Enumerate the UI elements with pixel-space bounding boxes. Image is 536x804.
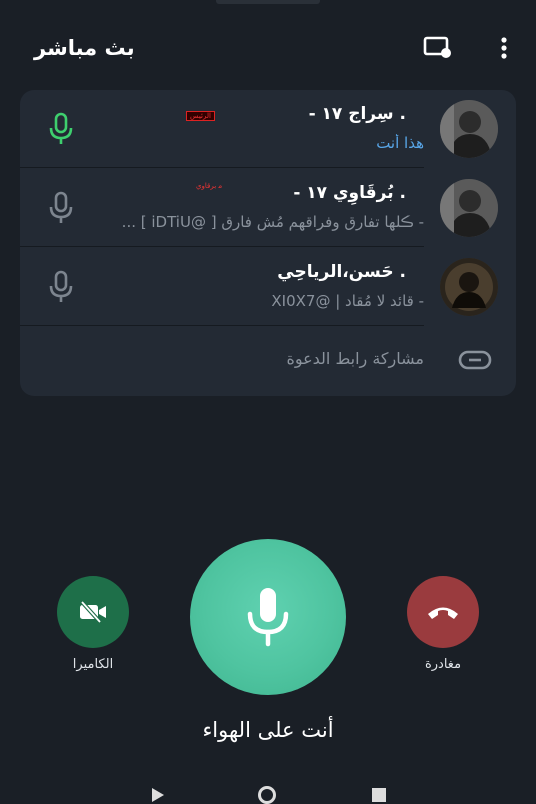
participant-status: هذا أنت <box>376 134 424 152</box>
participant-name: حَسن،الرياحِي . <box>277 262 406 282</box>
participant-mic-button[interactable] <box>46 191 76 225</box>
video-off-icon <box>80 600 106 624</box>
avatar <box>440 100 498 158</box>
mic-icon <box>49 191 73 223</box>
screen-share-icon <box>423 36 451 58</box>
nav-home-icon[interactable] <box>258 786 276 804</box>
leave-label: مغادرة <box>424 657 462 672</box>
role-badge: ﻣ ﺑﺮﻗﺎﻭﻱ <box>196 182 223 190</box>
screen-share-button[interactable] <box>420 30 456 66</box>
role-badge: الرئيس <box>186 111 215 121</box>
system-nav-bar <box>0 780 536 804</box>
divider <box>20 246 424 247</box>
divider <box>20 167 424 168</box>
participant-row[interactable]: - سِراج ١٧ . الرئيس هذا أنت <box>20 90 516 168</box>
top-bar: بث مباشر <box>0 0 536 96</box>
camera-button[interactable] <box>57 576 129 648</box>
participant-name: - سِراج ١٧ . <box>308 104 406 124</box>
hang-up-icon <box>428 607 458 619</box>
participant-status: - ڪلها تفارق وفراقهم مُش فارق [ @iDTiU ]… <box>121 213 424 231</box>
participant-mic-button[interactable] <box>46 270 76 304</box>
participant-row[interactable]: حَسن،الرياحِي . - قائد لا مُقاد | @XI0X7 <box>20 248 516 326</box>
more-vert-icon <box>501 37 507 59</box>
share-invite-link-label: مشاركة رابط الدعوة <box>286 349 424 368</box>
mic-icon <box>247 588 289 647</box>
participant-mic-button[interactable] <box>46 112 76 146</box>
more-menu-button[interactable] <box>486 30 522 66</box>
main-mic-button[interactable] <box>190 539 346 695</box>
camera-label: الكاميرا <box>72 657 114 672</box>
participants-panel: - سِراج ١٧ . الرئيس هذا أنت - بُرقَاوِي … <box>20 90 516 396</box>
link-icon <box>458 350 492 370</box>
page-title: بث مباشر <box>34 36 135 60</box>
participant-name: - بُرقَاوِي ١٧ . <box>293 183 406 203</box>
share-invite-link-button[interactable]: مشاركة رابط الدعوة <box>20 326 516 396</box>
avatar <box>440 179 498 237</box>
mic-icon <box>49 112 73 144</box>
leave-button[interactable] <box>407 576 479 648</box>
participant-status: - قائد لا مُقاد | @XI0X7 <box>271 292 424 310</box>
avatar <box>440 258 498 316</box>
mic-icon <box>49 270 73 302</box>
participant-row[interactable]: - بُرقَاوِي ١٧ . ﻣ ﺑﺮﻗﺎﻭﻱ - ڪلها تفارق و… <box>20 169 516 247</box>
on-air-status: أنت على الهواء <box>202 718 334 742</box>
